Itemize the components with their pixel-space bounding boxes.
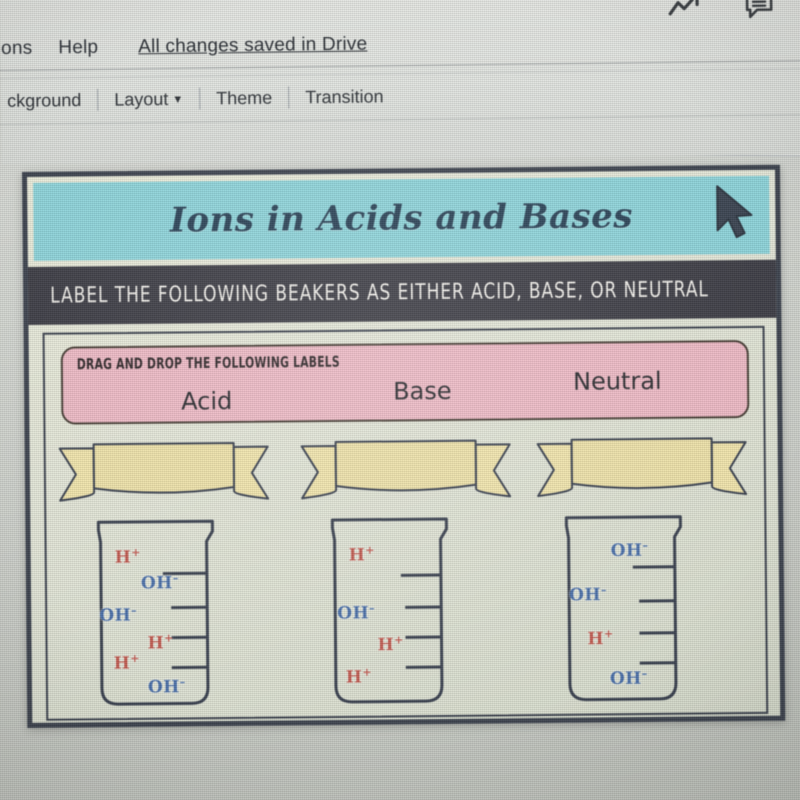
ion-h-plus: H+: [377, 633, 404, 656]
menu-item-addons[interactable]: -ons: [0, 38, 32, 60]
toolbar-layout-button[interactable]: Layout ▼: [98, 88, 199, 110]
ion-h-plus: H+: [587, 627, 614, 650]
page-title: Ions in Acids and Bases: [169, 196, 634, 241]
ion-h-plus: H+: [348, 543, 375, 566]
ion-oh-minus: OH–: [610, 539, 649, 562]
draggable-label-acid[interactable]: Acid: [181, 387, 232, 415]
ion-h-plus: H+: [345, 665, 373, 688]
label-bank-hint: DRAG AND DROP THE FOLLOWING LABELS: [76, 352, 340, 373]
ion-oh-minus: OH–: [99, 603, 138, 626]
activity-area: DRAG AND DROP THE FOLLOWING LABELS Acid …: [42, 325, 769, 721]
photographed-screen: -ons Help All changes saved in Drive ckg…: [0, 0, 800, 800]
ion-h-plus: H+: [147, 631, 174, 654]
label-bank: DRAG AND DROP THE FOLLOWING LABELS Acid …: [60, 340, 750, 425]
slide-title-band: Ions in Acids and Bases: [33, 175, 770, 261]
ribbon-drop-zone[interactable]: [536, 436, 749, 508]
menu-bar: -ons Help All changes saved in Drive: [0, 34, 367, 61]
toolbar-theme-button[interactable]: Theme: [200, 87, 288, 109]
save-status[interactable]: All changes saved in Drive: [138, 34, 367, 59]
beaker-row: H+ OH– OH– H+ H+ OH– H+ OH– H+ H+ OH– OH…: [52, 510, 768, 717]
instruction-text: LABEL THE FOLLOWING BEAKERS AS EITHER AC…: [50, 276, 709, 309]
ribbon-drop-zone[interactable]: [58, 441, 271, 513]
ion-h-plus: H+: [113, 651, 141, 674]
chrome-divider-2: [0, 67, 800, 80]
format-toolbar: ckground Layout ▼ Theme Transition: [0, 85, 400, 112]
beaker-1: H+ OH– OH– H+ H+ OH–: [84, 515, 262, 713]
ion-oh-minus: OH–: [337, 601, 376, 624]
ion-oh-minus: OH–: [147, 675, 186, 698]
ion-h-plus: H+: [114, 545, 142, 568]
explore-trending-icon[interactable]: [668, 0, 702, 23]
chrome-divider-3: [0, 113, 800, 126]
ion-oh-minus: OH–: [609, 667, 648, 690]
chevron-down-icon: ▼: [172, 93, 184, 106]
ribbon-drop-zones: [52, 436, 767, 517]
beaker-3: OH– OH– H+ OH–: [552, 510, 730, 708]
slide-canvas[interactable]: Ions in Acids and Bases LABEL THE FOLLOW…: [22, 164, 786, 728]
slide-instruction-band: LABEL THE FOLLOWING BEAKERS AS EITHER AC…: [27, 259, 777, 325]
draggable-label-neutral[interactable]: Neutral: [573, 367, 662, 396]
app-chrome: -ons Help All changes saved in Drive ckg…: [0, 0, 800, 164]
toolbar-transition-button[interactable]: Transition: [289, 86, 400, 108]
comment-icon[interactable]: [744, 0, 774, 24]
top-right-icons: [668, 0, 774, 25]
mouse-pointer-icon: [711, 184, 758, 247]
draggable-label-base[interactable]: Base: [393, 377, 452, 406]
toolbar-background-button[interactable]: ckground: [0, 89, 97, 111]
ribbon-drop-zone[interactable]: [300, 438, 513, 510]
ion-oh-minus: OH–: [568, 583, 607, 606]
beaker-2: H+ OH– H+ H+: [318, 512, 496, 710]
menu-item-help[interactable]: Help: [58, 37, 98, 59]
ion-oh-minus: OH–: [140, 571, 179, 594]
